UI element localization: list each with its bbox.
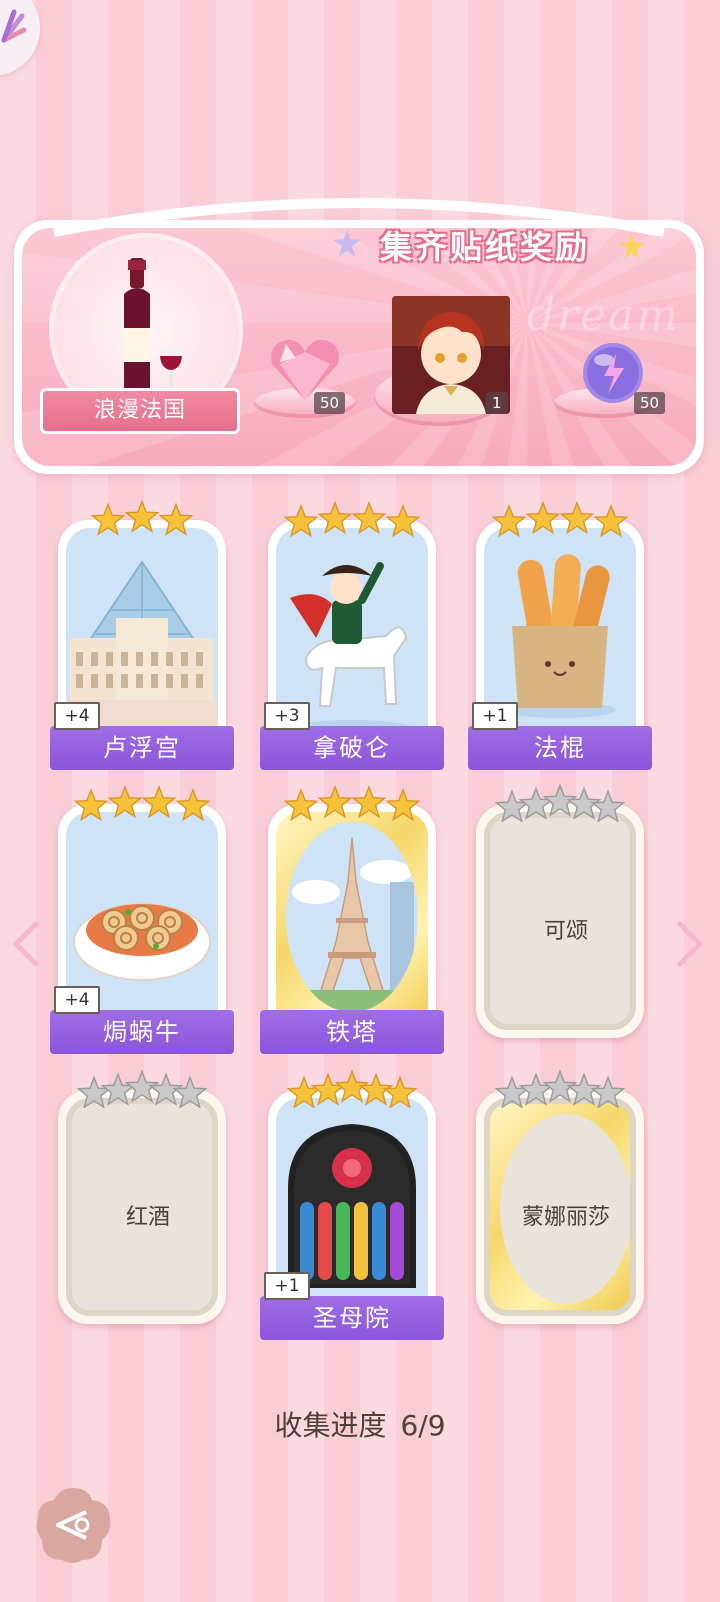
collection-progress: 收集进度 6/9	[0, 1404, 720, 1444]
sticker-name-banner: 法棍	[468, 726, 652, 770]
star-filled-icon	[382, 1075, 418, 1108]
reward-count-badge: 50	[634, 392, 666, 414]
star-rating	[283, 500, 421, 538]
star-rating	[494, 783, 626, 822]
star-rating	[73, 784, 211, 822]
theme-name-ribbon: 浪漫法国	[40, 388, 240, 434]
sticker-card[interactable]: 圣母院 +1	[260, 1064, 444, 1340]
progress-label: 收集进度	[274, 1409, 387, 1442]
duplicate-count-tag: +1	[264, 1272, 310, 1300]
reward-count-badge: 50	[314, 392, 346, 414]
reward-count-badge: 1	[486, 392, 508, 414]
star-filled-icon	[317, 500, 353, 535]
star-rating	[494, 1069, 626, 1108]
star-empty-icon	[76, 1075, 112, 1108]
star-empty-icon	[590, 1075, 626, 1108]
sticker-card[interactable]: 焗蜗牛 +4	[50, 778, 234, 1054]
star-filled-icon	[158, 502, 194, 536]
star-filled-icon	[124, 499, 160, 533]
star-filled-icon	[593, 503, 629, 538]
back-arrow-icon	[36, 1488, 111, 1563]
star-rating	[76, 1069, 208, 1108]
sparkle-star-icon	[333, 229, 361, 257]
star-filled-icon	[351, 500, 387, 535]
star-filled-icon	[90, 502, 126, 536]
duplicate-count-tag: +4	[54, 702, 100, 730]
sticker-art: 红酒	[66, 1098, 218, 1316]
sticker-card[interactable]: 卢浮宫 +4	[50, 494, 234, 770]
star-rating	[491, 500, 629, 538]
sticker-locked-name: 可颂	[543, 919, 588, 944]
star-filled-icon	[286, 1075, 322, 1108]
sticker-art	[276, 812, 428, 1030]
star-filled-icon	[310, 1072, 346, 1106]
star-filled-icon	[73, 787, 109, 822]
sticker-art: 可颂	[484, 812, 636, 1030]
sticker-card[interactable]: 法棍 +1	[468, 494, 652, 770]
sticker-name-banner: 焗蜗牛	[50, 1010, 234, 1054]
sticker-card[interactable]: 拿破仑 +3	[260, 494, 444, 770]
star-filled-icon	[283, 787, 319, 822]
sparkle-star-icon	[619, 233, 645, 259]
star-empty-icon	[518, 1072, 554, 1106]
sticker-card[interactable]: 可颂	[476, 778, 644, 1038]
star-filled-icon	[141, 784, 177, 819]
star-filled-icon	[283, 503, 319, 538]
sticker-card[interactable]: 铁塔	[260, 778, 444, 1054]
sticker-reward-banner: dream 集齐贴纸奖励 浪漫法国 50 1 50	[14, 192, 704, 474]
star-empty-icon	[518, 786, 554, 820]
prev-page-arrow-icon[interactable]	[10, 920, 40, 968]
sticker-name-banner: 拿破仑	[260, 726, 444, 770]
star-empty-icon	[172, 1075, 208, 1108]
sticker-name-banner: 卢浮宫	[50, 726, 234, 770]
star-empty-icon	[494, 1075, 530, 1108]
star-filled-icon	[491, 503, 527, 538]
fan-icon	[1, 9, 27, 43]
sticker-art: 蒙娜丽莎	[484, 1098, 636, 1316]
sticker-card[interactable]: 蒙娜丽莎	[476, 1064, 644, 1324]
duplicate-count-tag: +3	[264, 702, 310, 730]
star-rating	[90, 499, 194, 536]
star-filled-icon	[525, 500, 561, 535]
duplicate-count-tag: +4	[54, 986, 100, 1014]
star-empty-icon	[100, 1072, 136, 1106]
menu-corner-button[interactable]	[0, 0, 40, 76]
sticker-locked-name: 红酒	[125, 1205, 170, 1230]
star-filled-icon	[107, 784, 143, 819]
duplicate-count-tag: +1	[472, 702, 518, 730]
star-filled-icon	[385, 787, 421, 822]
star-filled-icon	[385, 503, 421, 538]
back-button[interactable]	[32, 1484, 114, 1566]
star-empty-icon	[494, 789, 530, 822]
banner-title: 集齐贴纸奖励	[380, 228, 591, 266]
star-filled-icon	[317, 784, 353, 819]
star-rating	[283, 784, 421, 822]
progress-value: 6/9	[400, 1409, 446, 1442]
sticker-card[interactable]: 红酒	[58, 1064, 226, 1324]
star-filled-icon	[559, 500, 595, 535]
sticker-name-banner: 铁塔	[260, 1010, 444, 1054]
star-filled-icon	[351, 784, 387, 819]
star-filled-icon	[175, 787, 211, 822]
sticker-locked-name: 蒙娜丽莎	[521, 1205, 610, 1230]
banner-watermark: dream	[526, 290, 680, 341]
sticker-name-banner: 圣母院	[260, 1296, 444, 1340]
next-page-arrow-icon[interactable]	[676, 920, 706, 968]
star-rating	[286, 1069, 418, 1108]
star-empty-icon	[590, 789, 626, 822]
